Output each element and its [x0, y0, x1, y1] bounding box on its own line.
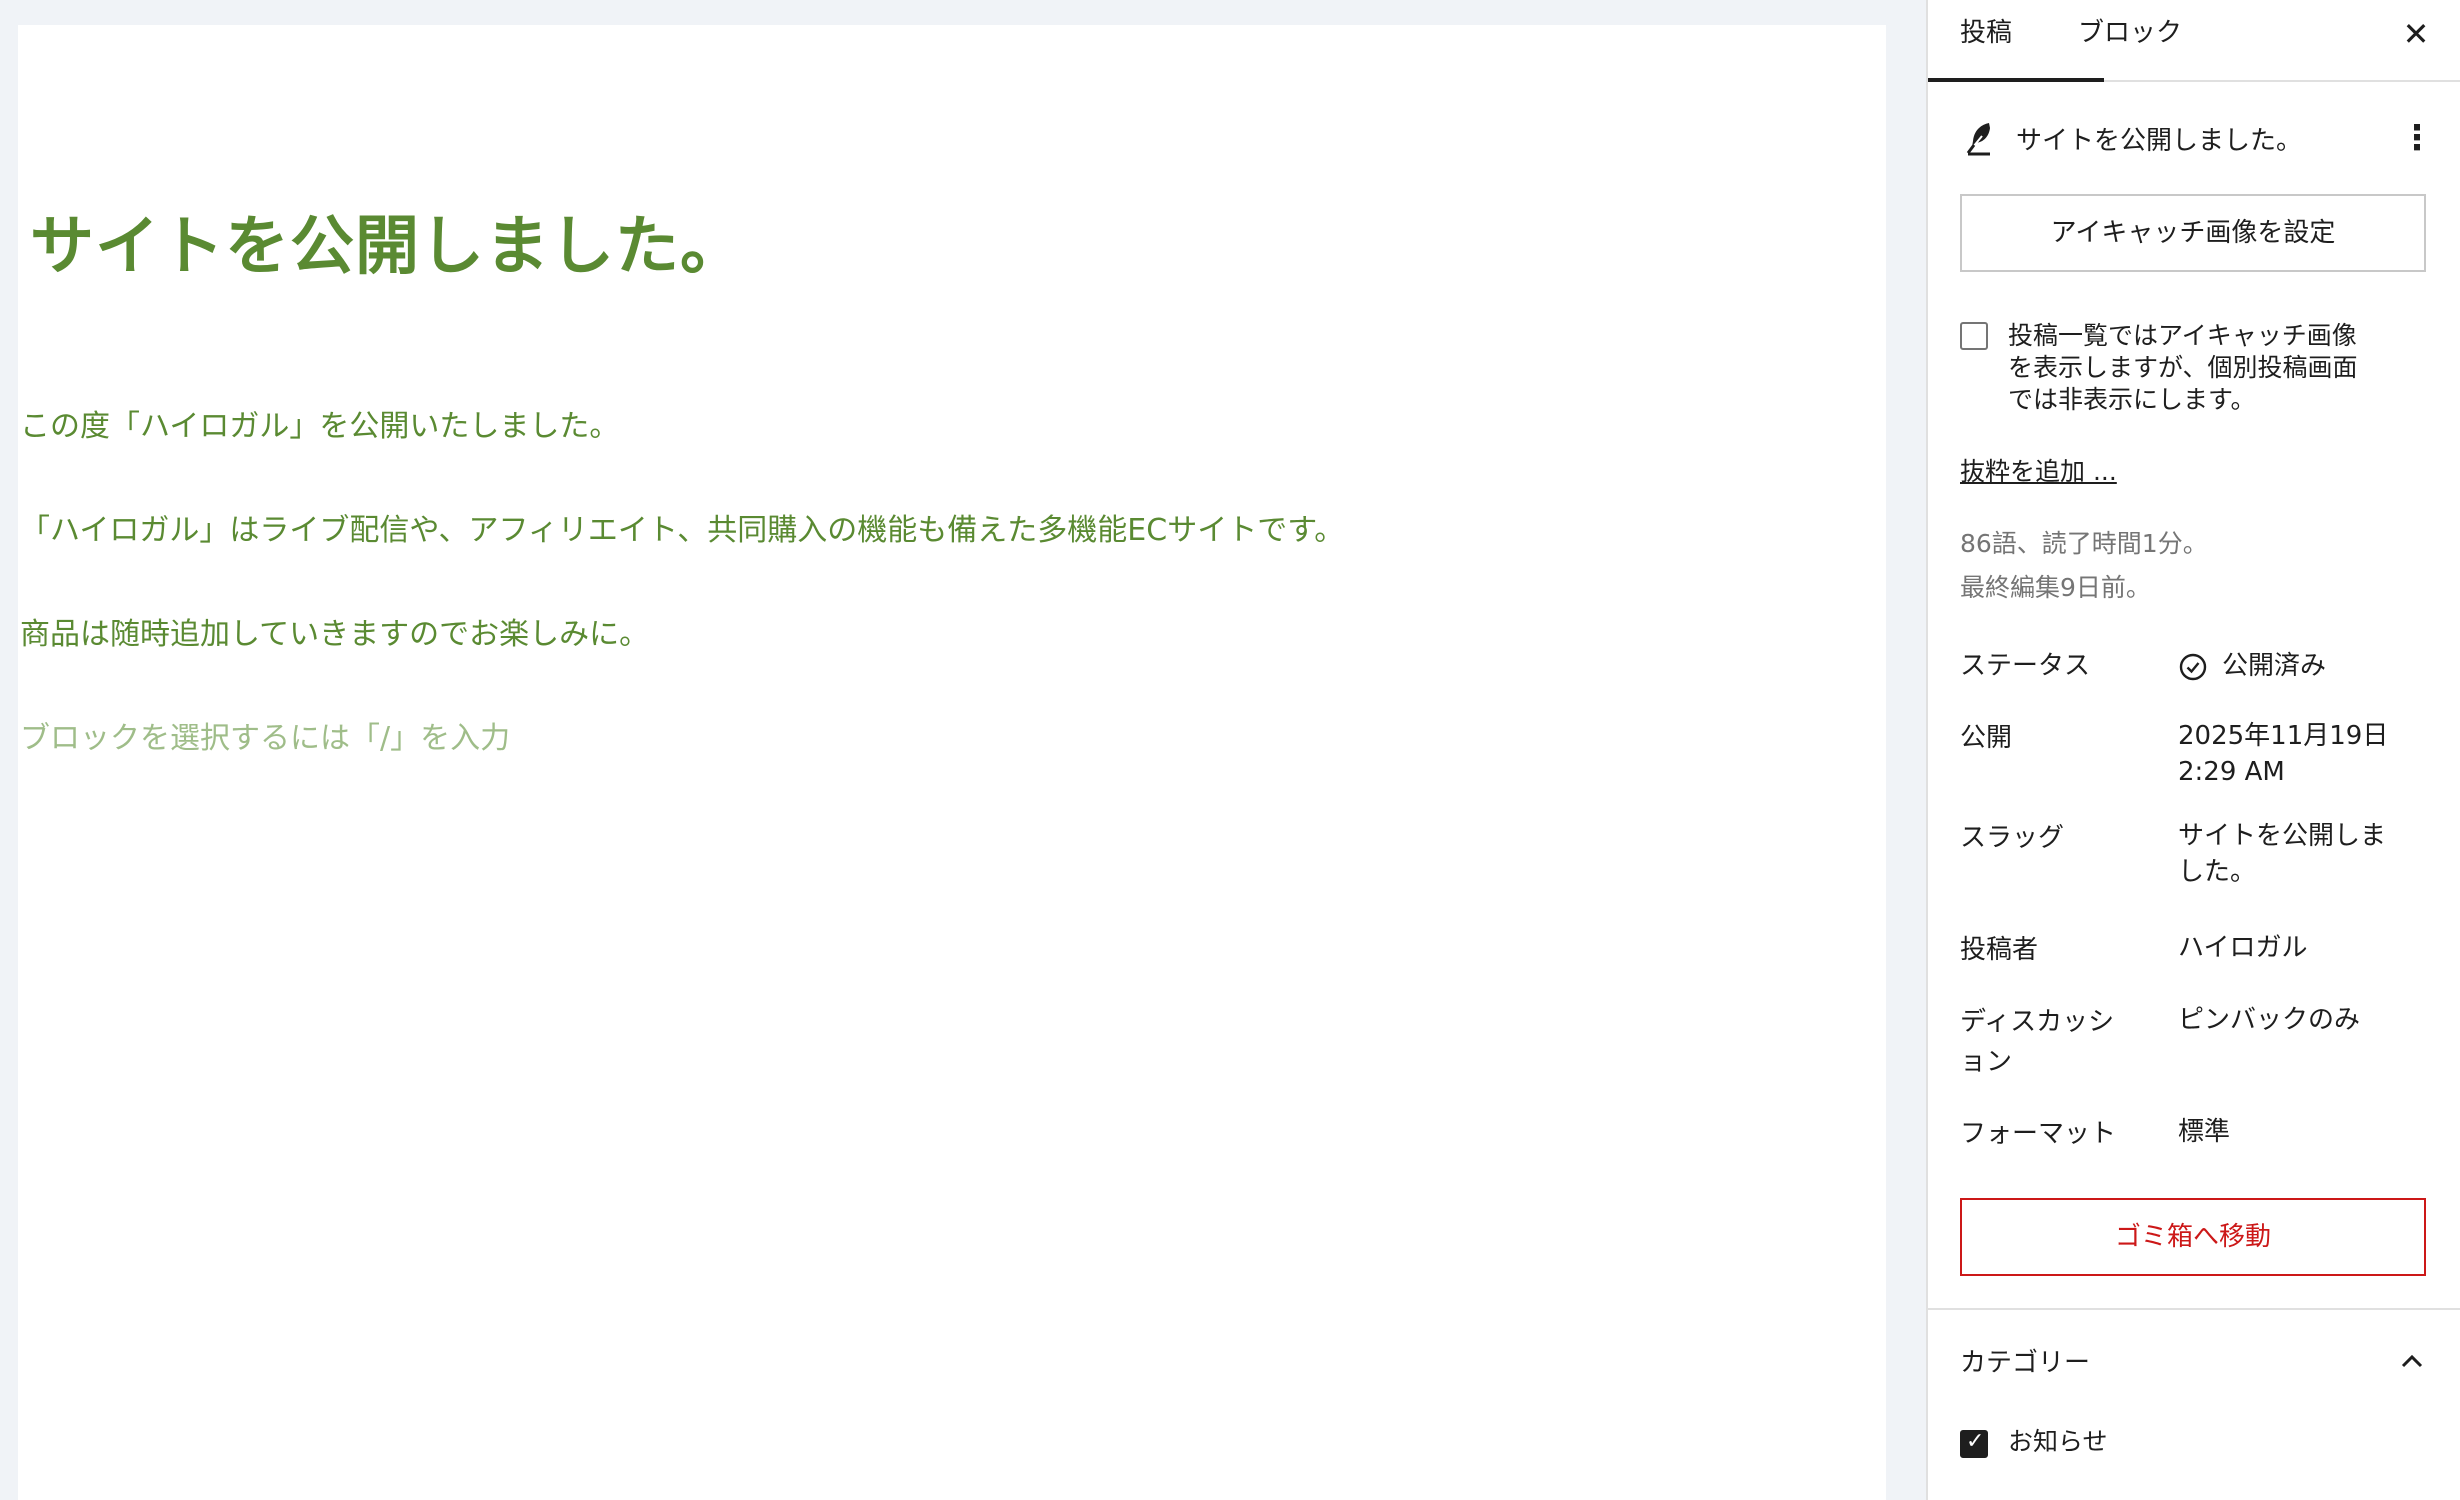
chevron-up-icon — [2401, 1354, 2423, 1368]
discussion-value[interactable]: ピンバックのみ — [2178, 1002, 2428, 1038]
editor-canvas[interactable]: サイトを公開しました。 この度「ハイロガル」を公開いたしました。 「ハイロガル」… — [18, 25, 1886, 1500]
author-value[interactable]: ハイロガル — [2178, 930, 2428, 966]
category-panel-title: カテゴリー — [1960, 1348, 2091, 1378]
paragraph-block[interactable]: 商品は随時追加していきますのでお楽しみに。 — [20, 609, 649, 653]
block-placeholder[interactable]: ブロックを選択するには「/」を入力 — [20, 713, 510, 757]
featured-image-checkbox-label: 投稿一覧ではアイキャッチ画像を表示しますが、個別投稿画面では非表示にします。 — [2008, 321, 2358, 414]
publish-time: 2:29 AM — [2178, 757, 2285, 787]
publish-date: 2025年11月19日 — [2178, 721, 2389, 751]
add-excerpt-link[interactable]: 抜粋を追加 ... — [1960, 452, 2117, 488]
close-icon[interactable]: ✕ — [2396, 14, 2436, 54]
settings-sidebar: 投稿 ブロック ✕ サイトを公開しました。 ⋮ アイキャッチ画像を設定 投稿一覧… — [1926, 0, 2460, 1500]
feather-icon — [1966, 123, 1990, 156]
format-value[interactable]: 標準 — [2178, 1114, 2428, 1150]
discussion-label: ディスカッション — [1960, 1007, 2115, 1077]
slug-value[interactable]: サイトを公開しました。 — [2178, 818, 2408, 890]
summary-title: サイトを公開しました。 — [2016, 126, 2303, 156]
status-label: ステータス — [1960, 651, 2091, 681]
more-vertical-icon[interactable]: ⋮ — [2400, 116, 2434, 160]
post-summary-header: サイトを公開しました。 ⋮ — [1960, 112, 2434, 164]
post-meta-info: 86語、読了時間1分。 最終編集9日前。 — [1960, 522, 2208, 610]
featured-image-checkbox[interactable] — [1960, 322, 1988, 350]
category-panel-toggle[interactable]: カテゴリー — [1960, 1338, 2430, 1386]
panel-divider — [1928, 1308, 2460, 1310]
category-checkbox[interactable] — [1960, 1429, 1988, 1458]
author-label: 投稿者 — [1960, 935, 2039, 965]
word-count: 86語、読了時間1分。 — [1960, 529, 2208, 558]
format-label: フォーマット — [1960, 1119, 2117, 1149]
set-featured-image-button[interactable]: アイキャッチ画像を設定 — [1960, 194, 2426, 272]
publish-label: 公開 — [1960, 723, 2013, 753]
tab-block[interactable]: ブロック — [2078, 0, 2198, 80]
tab-post[interactable]: 投稿 — [1928, 0, 2104, 82]
post-title[interactable]: サイトを公開しました。 — [30, 195, 745, 287]
slug-label: スラッグ — [1960, 823, 2065, 853]
paragraph-block[interactable]: 「ハイロガル」はライブ配信や、アフィリエイト、共同購入の機能も備えた多機能ECサ… — [20, 505, 1344, 549]
publish-date-value[interactable]: 2025年11月19日 2:29 AM — [2178, 718, 2428, 790]
check-circle-icon — [2179, 653, 2207, 681]
last-edited: 最終編集9日前。 — [1960, 573, 2151, 602]
move-to-trash-button[interactable]: ゴミ箱へ移動 — [1960, 1198, 2426, 1276]
category-label: お知らせ — [2008, 1427, 2108, 1456]
sidebar-tabs: 投稿 ブロック ✕ — [1928, 0, 2460, 82]
status-value[interactable]: 公開済み — [2222, 646, 2460, 686]
paragraph-block[interactable]: この度「ハイロガル」を公開いたしました。 — [20, 401, 619, 445]
